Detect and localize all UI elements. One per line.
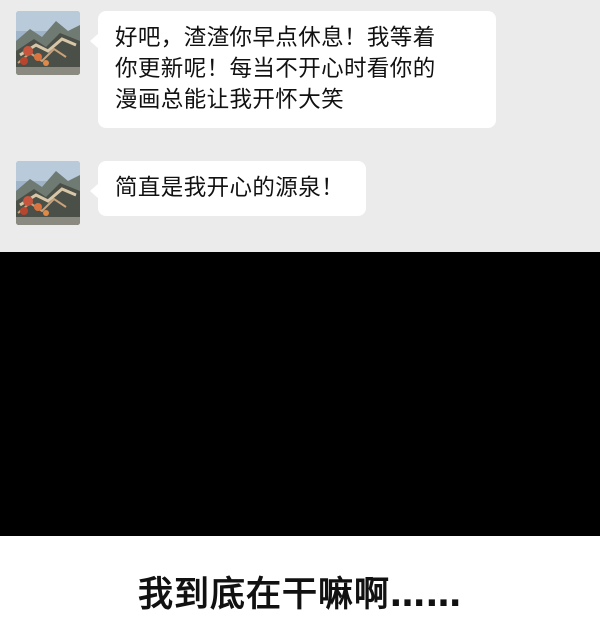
black-panel (0, 252, 600, 536)
caption-text: 我到底在干嘛啊…… (137, 575, 462, 615)
chat-message: 简直是我开心的源泉！ (16, 161, 367, 225)
great-wall-avatar-icon[interactable] (16, 11, 80, 75)
message-bubble: 好吧，渣渣你早点休息！我等着 你更新呢！每当不开心时看你的 漫画总能让我开怀大笑 (90, 11, 496, 128)
message-text-line: 你更新呢！每当不开心时看你的 (115, 56, 436, 82)
chat-area: 好吧，渣渣你早点休息！我等着 你更新呢！每当不开心时看你的 漫画总能让我开怀大笑… (0, 0, 600, 252)
caption-area: 我到底在干嘛啊…… (0, 536, 600, 631)
message-bubble: 简直是我开心的源泉！ (89, 161, 367, 216)
chat-message: 好吧，渣渣你早点休息！我等着 你更新呢！每当不开心时看你的 漫画总能让我开怀大笑 (16, 11, 496, 128)
message-text-line: 好吧，渣渣你早点休息！我等着 (115, 25, 436, 51)
message-text-line: 简直是我开心的源泉！ (115, 175, 345, 201)
great-wall-avatar-icon[interactable] (16, 161, 80, 225)
message-text-line: 漫画总能让我开怀大笑 (115, 87, 345, 113)
